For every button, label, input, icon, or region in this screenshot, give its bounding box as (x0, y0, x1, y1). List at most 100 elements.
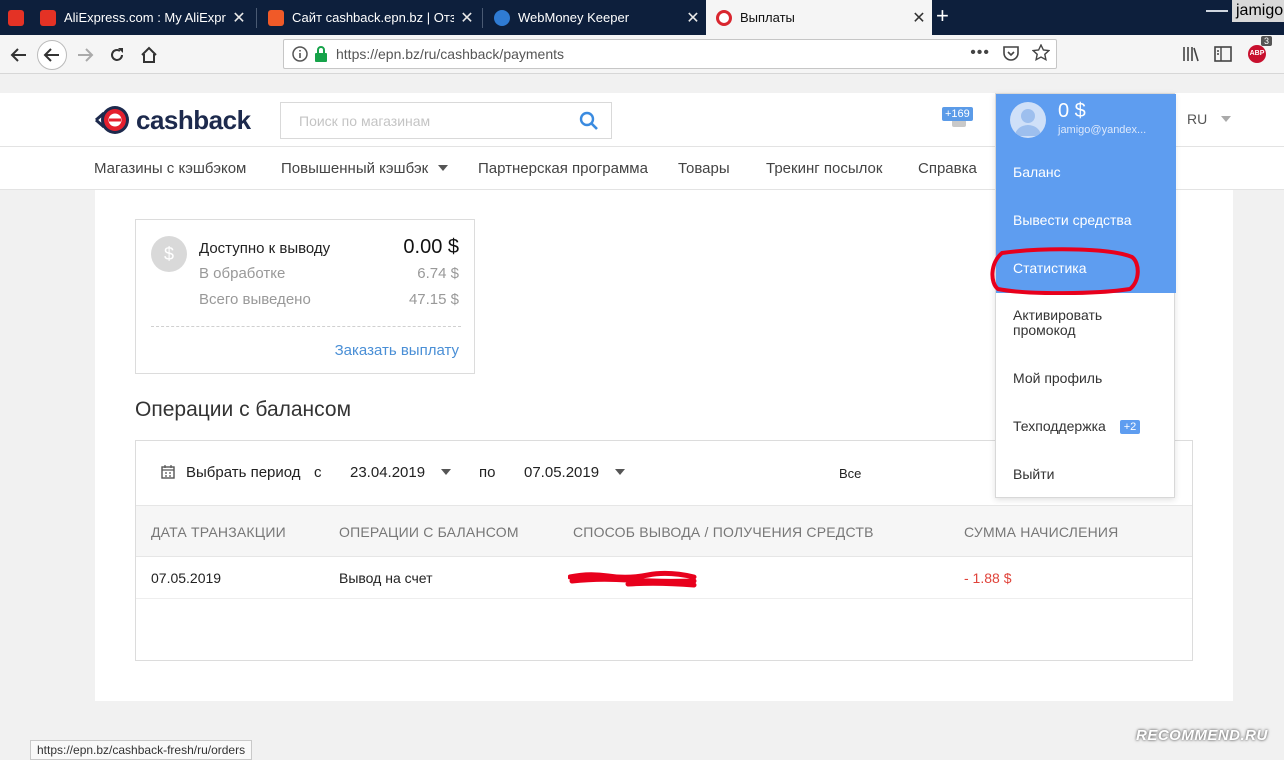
to-label: по (479, 464, 496, 481)
language-select[interactable]: RU (1187, 111, 1232, 127)
operation-type-select[interactable]: Все (839, 466, 861, 481)
menu-item-help[interactable]: Справка (918, 160, 977, 177)
sidebar-icon (1214, 46, 1232, 62)
dropdown-item-withdraw[interactable]: Вывести средства (1013, 212, 1132, 228)
browser-nav-bar: https://epn.bz/ru/cashback/payments ••• … (0, 35, 1284, 74)
address-bar[interactable]: https://epn.bz/ru/cashback/payments ••• (283, 39, 1057, 69)
to-date-value: 07.05.2019 (524, 464, 600, 481)
close-tab-icon[interactable]: ✕ (680, 8, 706, 28)
browser-tab-strip: AliExpress.com : My AliExpress ✕ Сайт ca… (0, 0, 1284, 35)
available-value: 0.00 $ (403, 236, 459, 258)
tab-pinned[interactable] (0, 0, 30, 35)
review-favicon-icon (268, 9, 284, 26)
account-header[interactable]: 0 $ jamigo@yandex... (996, 94, 1176, 148)
site-logo[interactable]: cashback (94, 103, 251, 137)
support-label: Техподдержка (1013, 418, 1106, 434)
column-header-method: СПОСОБ ВЫВОДА / ПОЛУЧЕНИЯ СРЕДСТВ (573, 524, 874, 540)
menu-item-goods[interactable]: Товары (678, 160, 730, 177)
redaction-scribble (568, 570, 697, 588)
tab-title: Сайт cashback.epn.bz | Отзыв (292, 10, 454, 25)
order-payout-link[interactable]: Заказать выплату (335, 342, 459, 359)
close-tab-icon[interactable]: ✕ (906, 8, 932, 28)
adblock-icon: ABP (1248, 45, 1266, 63)
epn-favicon-icon (716, 9, 732, 26)
notifications-badge: +169 (942, 107, 973, 121)
user-avatar-icon (1015, 109, 1041, 136)
aliexpress-favicon-icon (40, 9, 56, 26)
reload-button[interactable] (102, 40, 132, 70)
close-tab-icon[interactable]: ✕ (226, 8, 252, 28)
support-badge: +2 (1119, 420, 1141, 434)
menu-item-label: Повышенный кэшбэк (281, 160, 429, 177)
search-icon[interactable] (579, 111, 599, 131)
processing-value: 6.74 $ (417, 265, 459, 282)
account-dropdown: 0 $ jamigo@yandex... Баланс Вывести сред… (995, 93, 1176, 498)
url-text: https://epn.bz/ru/cashback/payments (336, 46, 565, 62)
divider (151, 326, 461, 327)
chevron-down-icon (441, 469, 452, 475)
dropdown-item-support[interactable]: Техподдержка +2 (1013, 418, 1141, 434)
dropdown-item-statistics[interactable]: Статистика (1013, 260, 1087, 276)
new-tab-button[interactable]: + (936, 3, 949, 29)
period-label: Выбрать период (186, 464, 301, 481)
dropdown-item-logout[interactable]: Выйти (1013, 466, 1054, 482)
from-date-select[interactable]: 23.04.2019 (350, 464, 452, 481)
to-date-select[interactable]: 07.05.2019 (524, 464, 626, 481)
epn-logo-icon (95, 106, 129, 134)
home-button[interactable] (134, 40, 164, 70)
status-bar-url: https://epn.bz/cashback-fresh/ru/orders (30, 740, 253, 760)
library-icon (1183, 47, 1199, 62)
withdrawn-value: 47.15 $ (408, 291, 459, 308)
home-icon (141, 46, 157, 63)
menu-item-stores[interactable]: Магазины с кэшбэком (94, 160, 246, 177)
lock-icon (315, 46, 327, 62)
column-header-operation: ОПЕРАЦИИ С БАЛАНСОМ (339, 524, 519, 540)
back-history-button[interactable] (37, 40, 67, 70)
from-date-value: 23.04.2019 (350, 464, 426, 481)
store-search-input[interactable]: Поиск по магазинам (280, 102, 612, 139)
withdrawn-label: Всего выведено (199, 291, 311, 308)
adblock-button[interactable]: ABP 3 (1242, 36, 1272, 68)
row-date: 07.05.2019 (151, 570, 222, 586)
tab-cashback-review[interactable]: Сайт cashback.epn.bz | Отзыв ✕ (258, 0, 480, 35)
tab-webmoney[interactable]: WebMoney Keeper ✕ (484, 0, 706, 35)
account-email: jamigo@yandex... (1058, 124, 1147, 136)
arrow-left-icon (10, 48, 26, 62)
forward-button[interactable] (70, 40, 100, 70)
minimize-button[interactable] (1206, 10, 1228, 12)
dropdown-item-promocode[interactable]: Активировать промокод (1013, 308, 1163, 338)
language-value: RU (1187, 111, 1208, 127)
calendar-icon (161, 465, 175, 479)
processing-label: В обработке (199, 265, 286, 282)
sidebar-button[interactable] (1210, 40, 1236, 68)
row-operation: Вывод на счет (339, 570, 433, 586)
menu-item-boosted-cashback[interactable]: Повышенный кэшбэк (281, 160, 449, 177)
page-actions-icon[interactable]: ••• (970, 44, 990, 62)
dropdown-item-profile[interactable]: Мой профиль (1013, 370, 1102, 386)
logo-text: cashback (136, 104, 251, 135)
pocket-icon[interactable] (1002, 44, 1020, 62)
operations-title: Операции с балансом (135, 398, 352, 421)
available-label: Доступно к выводу (199, 240, 331, 257)
chevron-down-icon (615, 469, 626, 475)
library-button[interactable] (1178, 40, 1204, 68)
table-header: ДАТА ТРАНЗАКЦИИ ОПЕРАЦИИ С БАЛАНСОМ СПОС… (136, 505, 1192, 557)
search-placeholder: Поиск по магазинам (299, 113, 431, 129)
menu-item-affiliate[interactable]: Партнерская программа (478, 160, 648, 177)
tab-payments[interactable]: Выплаты ✕ (706, 0, 932, 35)
row-amount: - 1.88 $ (964, 570, 1012, 586)
tab-aliexpress[interactable]: AliExpress.com : My AliExpress ✕ (30, 0, 252, 35)
bookmark-star-icon[interactable] (1032, 44, 1050, 62)
menu-item-tracking[interactable]: Трекинг посылок (766, 160, 882, 177)
notifications-button[interactable]: +169 (942, 107, 976, 129)
user-name-chip: jamigo (1232, 0, 1284, 22)
dropdown-item-balance[interactable]: Баланс (1013, 164, 1061, 180)
reload-icon (111, 48, 123, 61)
info-icon[interactable] (292, 46, 308, 62)
close-tab-icon[interactable]: ✕ (454, 8, 480, 28)
column-header-amount: СУММА НАЧИСЛЕНИЯ (964, 524, 1119, 540)
balance-card: $ Доступно к выводу 0.00 $ В обработке 6… (135, 219, 475, 374)
aliexpress-favicon-icon (8, 9, 24, 26)
tab-divider (256, 8, 257, 28)
back-button[interactable] (4, 40, 34, 70)
